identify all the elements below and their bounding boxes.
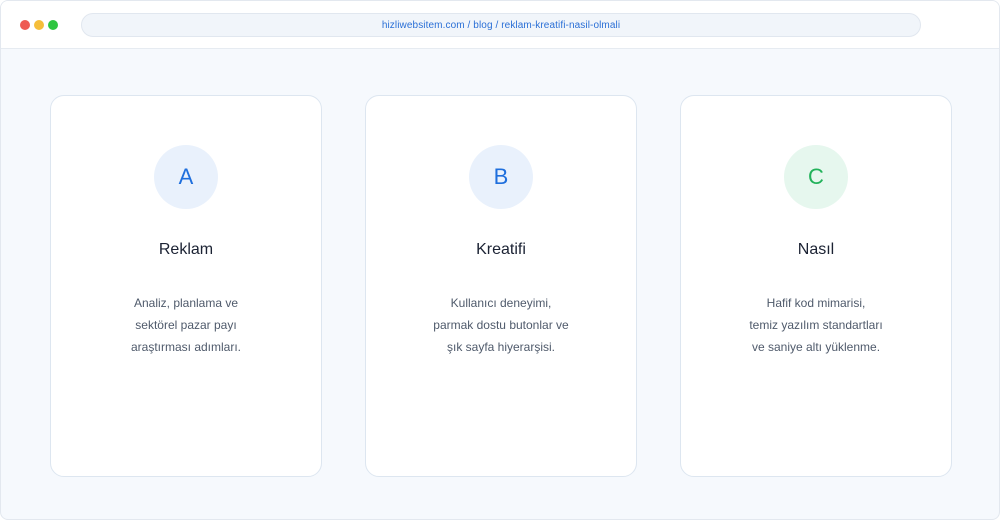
card-description-line: Kullanıcı deneyimi, (450, 296, 552, 310)
card-description-line: ve saniye altı yüklenme. (751, 340, 881, 354)
card-description: Analiz, planlama ve sektörel pazar payı … (51, 292, 321, 358)
letter-badge: B (469, 145, 533, 209)
card-description-line: parmak dostu butonlar ve (433, 318, 569, 332)
card-title: Kreatifi (476, 241, 526, 258)
card-description: Hafif kod mimarisi, temiz yazılım standa… (681, 292, 951, 358)
card-description-line: Hafif kod mimarisi, (766, 296, 866, 310)
browser-toolbar: hizliwebsitem.com / blog / reklam-kreati… (1, 1, 999, 49)
close-window-button[interactable] (20, 20, 30, 30)
card-description-line: Analiz, planlama ve (133, 296, 239, 310)
badge-letter: B (493, 164, 509, 189)
card-description-line: şık sayfa hiyerarşisi. (446, 340, 556, 354)
feature-card-reklam: A Reklam Analiz, planlama ve sektörel pa… (50, 95, 322, 477)
card-description-line: araştırması adımları. (130, 340, 242, 354)
feature-card-kreatifi: B Kreatifi Kullanıcı deneyimi, parmak do… (365, 95, 637, 477)
card-title: Nasıl (797, 241, 835, 258)
maximize-window-button[interactable] (48, 20, 58, 30)
card-description-line: sektörel pazar payı (135, 318, 237, 332)
feature-card-nasil: C Nasıl Hafif kod mimarisi, temiz yazılı… (680, 95, 952, 477)
card-description-line: temiz yazılım standartları (749, 318, 883, 332)
badge-letter: C (808, 164, 824, 189)
card-title: Reklam (158, 241, 214, 258)
browser-window: hizliwebsitem.com / blog / reklam-kreati… (0, 0, 1000, 520)
badge-letter: A (178, 164, 194, 189)
address-bar[interactable]: hizliwebsitem.com / blog / reklam-kreati… (81, 13, 921, 37)
letter-badge: A (154, 145, 218, 209)
letter-badge: C (784, 145, 848, 209)
address-bar-url: hizliwebsitem.com / blog / reklam-kreati… (381, 19, 621, 31)
card-description: Kullanıcı deneyimi, parmak dostu butonla… (366, 292, 636, 358)
minimize-window-button[interactable] (34, 20, 44, 30)
